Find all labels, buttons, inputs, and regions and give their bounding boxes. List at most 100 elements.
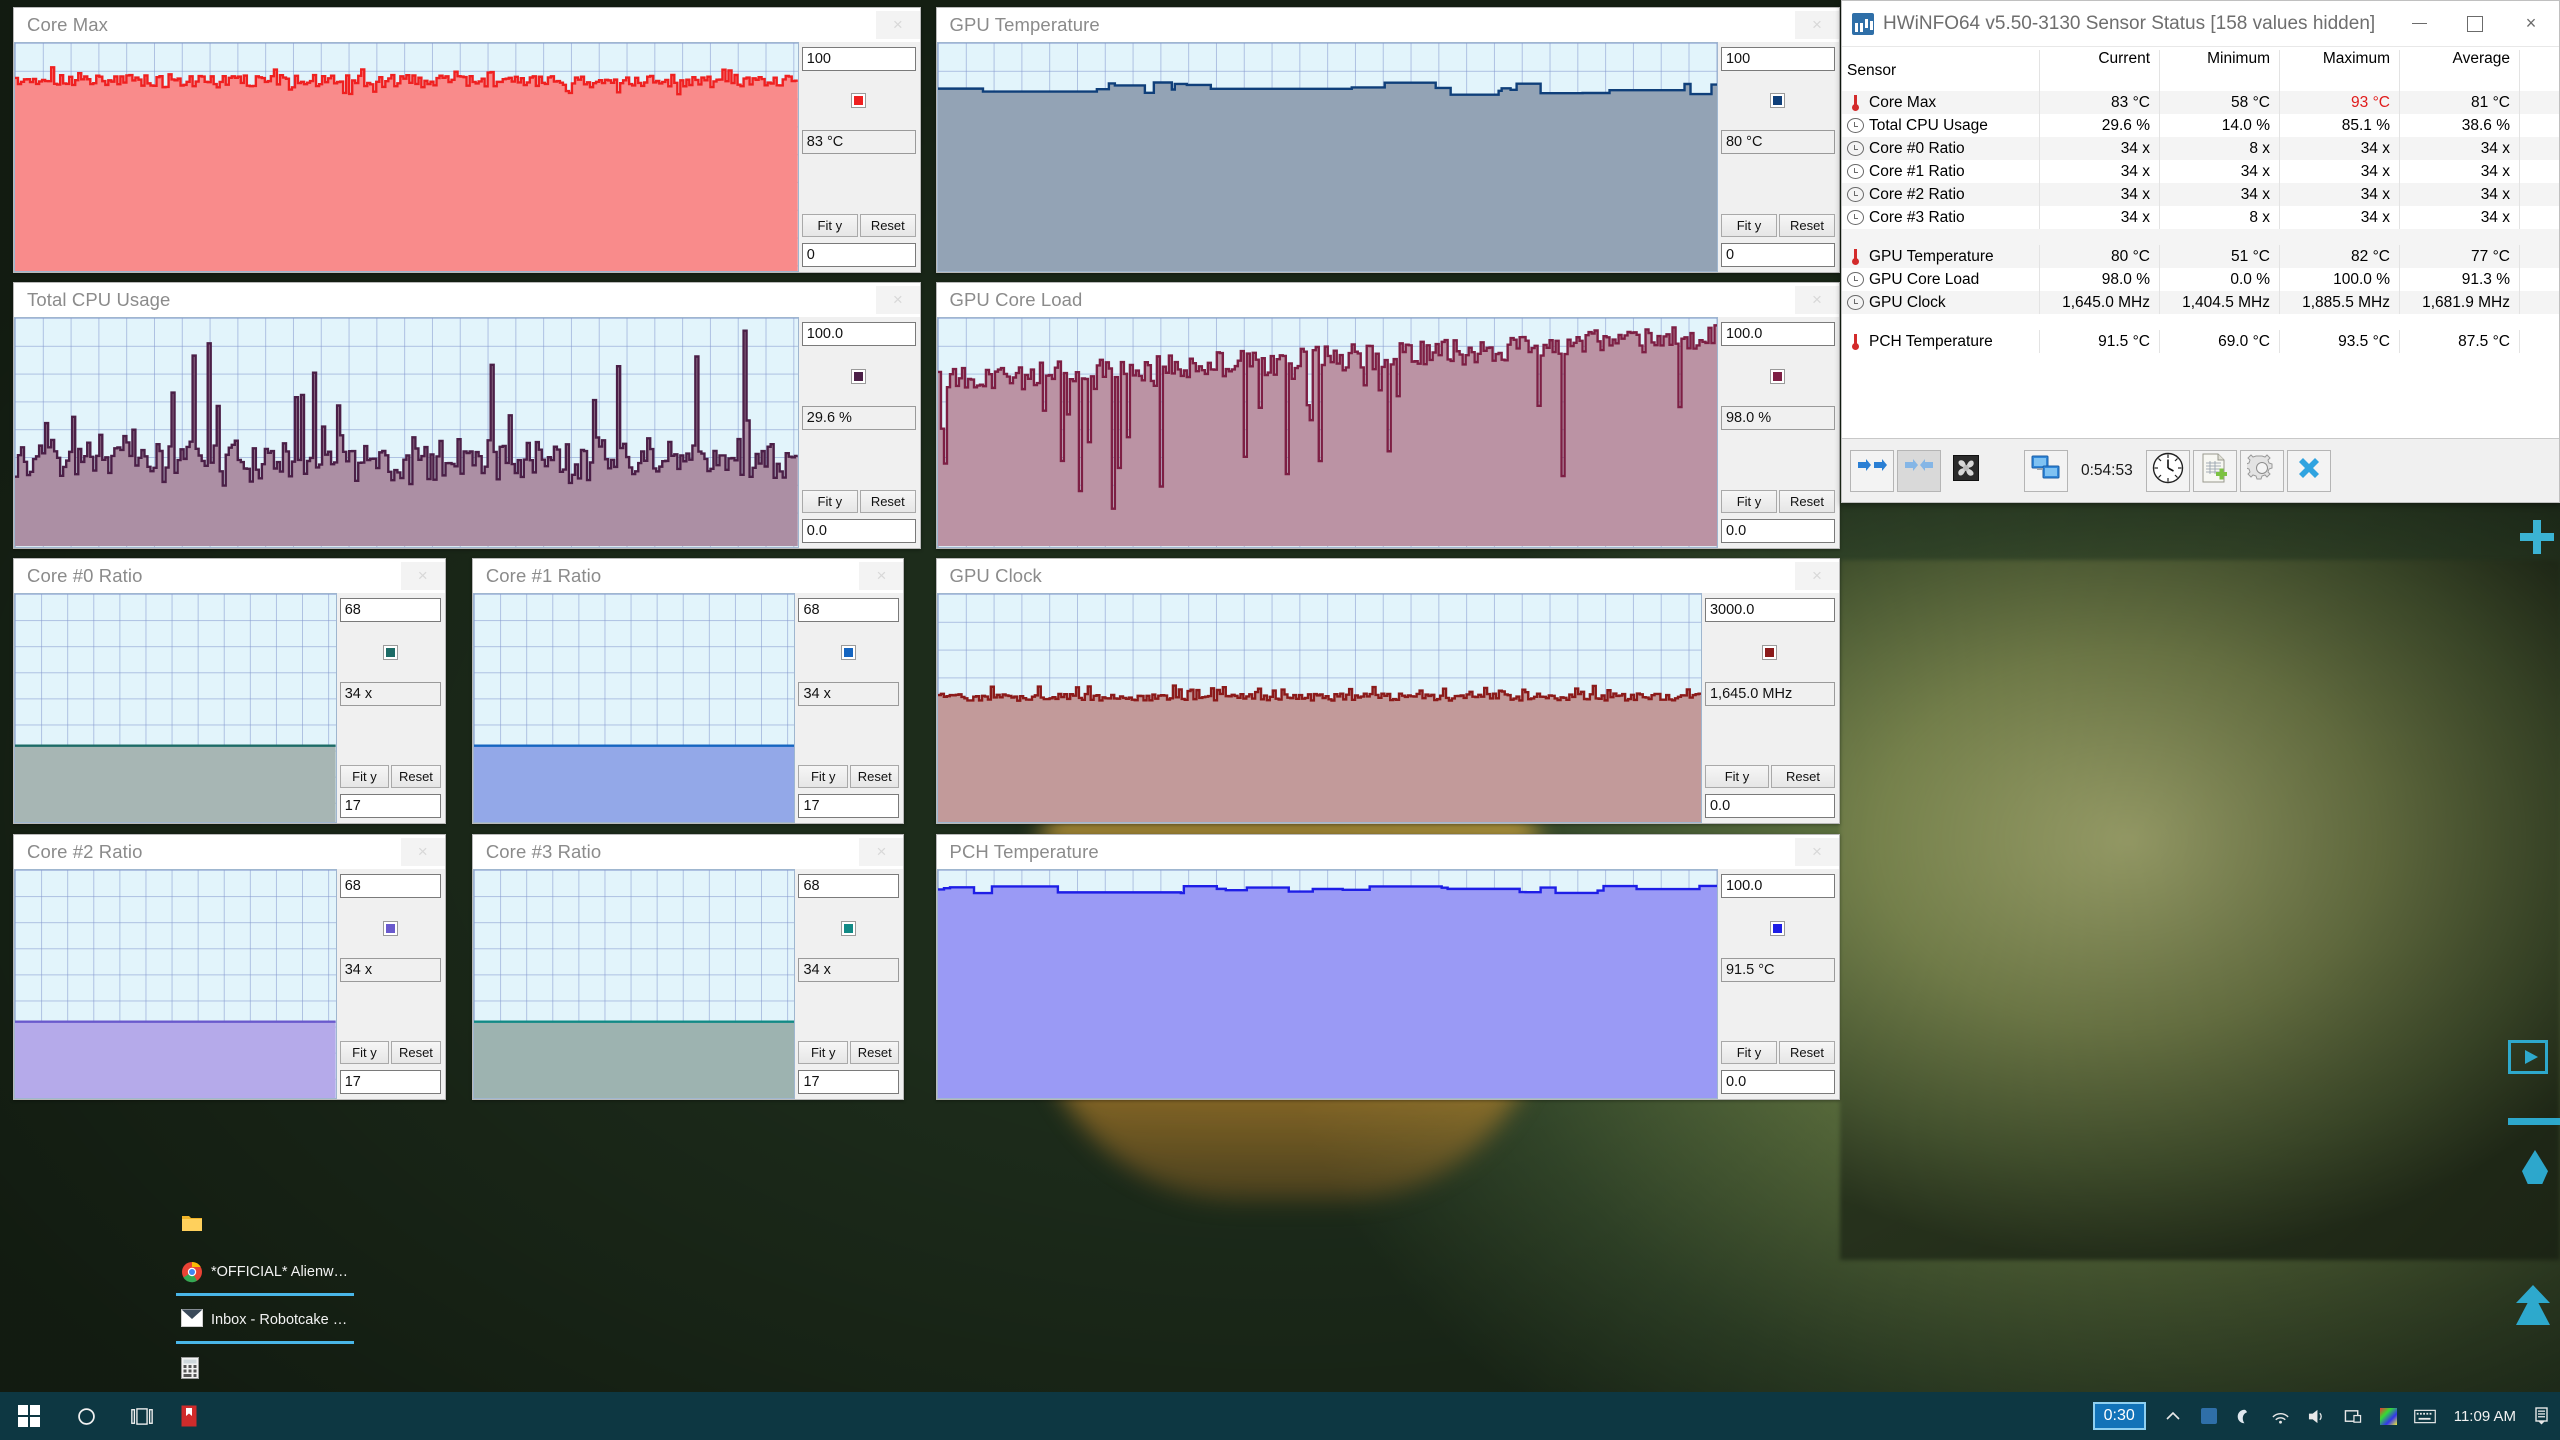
graph-plot-area[interactable] bbox=[472, 593, 796, 824]
graph-plot-area[interactable] bbox=[936, 317, 1718, 548]
graph-titlebar[interactable]: Core Max × bbox=[14, 7, 920, 42]
graph-color-swatch[interactable] bbox=[1770, 920, 1786, 936]
fit-y-button[interactable]: Fit y bbox=[339, 1041, 390, 1065]
graph-window-core-0-ratio[interactable]: Core #0 Ratio × 68 34 x Fit y Reset 17 bbox=[13, 558, 446, 825]
network-icon[interactable] bbox=[2264, 1392, 2298, 1440]
reset-button[interactable]: Reset bbox=[859, 213, 916, 237]
taskbar-item-mail[interactable]: Inbox - Robotcake - ... bbox=[170, 1296, 360, 1344]
fit-y-button[interactable]: Fit y bbox=[798, 1041, 848, 1065]
graph-window-gpu-clock[interactable]: GPU Clock × 3000.0 1,645.0 MHz Fit y Reset 0.… bbox=[935, 558, 1840, 825]
graph-close-button[interactable]: × bbox=[1794, 838, 1839, 867]
fit-y-button[interactable]: Fit y bbox=[801, 489, 858, 513]
graph-window-core-max[interactable]: Core Max × 100 83 °C Fit y Reset 0 bbox=[13, 6, 921, 273]
graph-y-max-input[interactable]: 100.0 bbox=[801, 322, 916, 347]
graph-plot-area[interactable] bbox=[936, 593, 1702, 824]
graph-close-button[interactable]: × bbox=[400, 838, 445, 867]
graph-window-gpu-core-load[interactable]: GPU Core Load × 100.0 98.0 % Fit y Reset 0.0 bbox=[935, 282, 1840, 549]
graph-close-button[interactable]: × bbox=[1794, 10, 1839, 39]
table-row[interactable]: Core #2 Ratio 34 x 34 x 34 x 34 x bbox=[1842, 183, 2559, 206]
show-hidden-icons-chevron[interactable] bbox=[2156, 1392, 2190, 1440]
table-row[interactable]: Core #1 Ratio 34 x 34 x 34 x 34 x bbox=[1842, 160, 2559, 183]
graph-titlebar[interactable]: PCH Temperature × bbox=[936, 835, 1839, 870]
reset-button[interactable]: Reset bbox=[1778, 489, 1835, 513]
graph-color-swatch[interactable] bbox=[851, 368, 867, 384]
close-x-button[interactable] bbox=[2286, 449, 2331, 492]
remote-monitors-button[interactable] bbox=[2024, 449, 2068, 492]
report-button[interactable] bbox=[2192, 449, 2237, 492]
reset-button[interactable]: Reset bbox=[849, 765, 900, 789]
graph-color-swatch[interactable] bbox=[841, 920, 857, 936]
reset-button[interactable]: Reset bbox=[391, 1041, 441, 1065]
table-row[interactable]: Total CPU Usage 29.6 % 14.0 % 85.1 % 38.6 % bbox=[1842, 114, 2559, 137]
graph-y-min-input[interactable]: 0 bbox=[801, 242, 916, 267]
graph-y-min-input[interactable]: 0.0 bbox=[1720, 518, 1835, 543]
graph-window-core-2-ratio[interactable]: Core #2 Ratio × 68 34 x Fit y Reset 17 bbox=[13, 834, 446, 1101]
collapse-arrows-button[interactable] bbox=[1897, 449, 1941, 492]
task-view-icon[interactable] bbox=[114, 1392, 170, 1440]
taskbar-item-pdf[interactable] bbox=[170, 1392, 226, 1440]
taskbar-item-file-explorer[interactable] bbox=[170, 1200, 226, 1248]
notification-icon[interactable] bbox=[2528, 1392, 2554, 1440]
graph-plot-area[interactable] bbox=[14, 41, 799, 272]
graph-plot-area[interactable] bbox=[936, 41, 1718, 272]
fit-y-button[interactable]: Fit y bbox=[1704, 765, 1769, 789]
table-row[interactable]: GPU Temperature 80 °C 51 °C 82 °C 77 °C bbox=[1842, 245, 2559, 268]
graph-y-max-input[interactable]: 3000.0 bbox=[1704, 598, 1835, 623]
fit-y-button[interactable]: Fit y bbox=[801, 213, 858, 237]
graph-y-min-input[interactable]: 17 bbox=[798, 1070, 900, 1095]
taskbar-clock[interactable]: 11:09 AM bbox=[2444, 1408, 2526, 1425]
graph-color-swatch[interactable] bbox=[382, 644, 398, 660]
graph-y-min-input[interactable]: 17 bbox=[798, 794, 900, 819]
reset-button[interactable]: Reset bbox=[849, 1041, 900, 1065]
graph-y-min-input[interactable]: 17 bbox=[339, 1070, 441, 1095]
graph-close-button[interactable]: × bbox=[1794, 286, 1839, 315]
graph-color-swatch[interactable] bbox=[1770, 368, 1786, 384]
close-button[interactable]: × bbox=[2503, 2, 2559, 46]
graph-y-min-input[interactable]: 0 bbox=[1720, 242, 1835, 267]
graph-y-min-input[interactable]: 0.0 bbox=[801, 518, 916, 543]
maximize-button[interactable] bbox=[2447, 2, 2503, 46]
sensor-window-titlebar[interactable]: HWiNFO64 v5.50-3130 Sensor Status [158 v… bbox=[1842, 1, 2559, 47]
reset-button[interactable]: Reset bbox=[391, 765, 441, 789]
reset-button[interactable]: Reset bbox=[859, 489, 916, 513]
reset-button[interactable]: Reset bbox=[1778, 1041, 1835, 1065]
volume-icon[interactable] bbox=[2300, 1392, 2334, 1440]
graph-plot-area[interactable] bbox=[14, 317, 799, 548]
fan-button[interactable] bbox=[1944, 450, 1988, 492]
fit-y-button[interactable]: Fit y bbox=[1720, 1041, 1777, 1065]
graph-titlebar[interactable]: Core #0 Ratio × bbox=[14, 559, 445, 594]
graph-plot-area[interactable] bbox=[14, 593, 337, 824]
graph-close-button[interactable]: × bbox=[875, 10, 920, 39]
fit-y-button[interactable]: Fit y bbox=[1720, 489, 1777, 513]
settings-gear-button[interactable] bbox=[2239, 449, 2284, 492]
graph-close-button[interactable]: × bbox=[1794, 562, 1839, 591]
graph-y-max-input[interactable]: 68 bbox=[798, 598, 900, 623]
graph-close-button[interactable]: × bbox=[875, 286, 920, 315]
graph-color-swatch[interactable] bbox=[841, 644, 857, 660]
windows-start-icon[interactable] bbox=[0, 1392, 58, 1440]
graph-color-swatch[interactable] bbox=[1770, 92, 1786, 108]
graph-y-max-input[interactable]: 100 bbox=[1720, 46, 1835, 71]
table-row[interactable]: Core #3 Ratio 34 x8 x 34 x 34 x bbox=[1842, 206, 2559, 229]
graph-titlebar[interactable]: GPU Clock × bbox=[936, 559, 1839, 594]
graph-window-gpu-temperature[interactable]: GPU Temperature × 100 80 °C Fit y Reset 0 bbox=[935, 6, 1840, 273]
table-row[interactable]: PCH Temperature 91.5 °C 69.0 °C 93.5 °C 87.5… bbox=[1842, 330, 2559, 353]
graph-y-min-input[interactable]: 0.0 bbox=[1720, 1070, 1835, 1095]
graph-close-button[interactable]: × bbox=[859, 838, 904, 867]
sensor-status-window[interactable]: HWiNFO64 v5.50-3130 Sensor Status [158 v… bbox=[1841, 0, 2560, 503]
taskbar-item-calculator[interactable] bbox=[170, 1344, 226, 1392]
table-row[interactable]: Core Max 83 °C 58 °C 93 °C 81 °C bbox=[1842, 91, 2559, 114]
graph-titlebar[interactable]: Core #2 Ratio × bbox=[14, 835, 445, 870]
graph-close-button[interactable]: × bbox=[400, 562, 445, 591]
graph-y-max-input[interactable]: 68 bbox=[339, 874, 441, 899]
graph-plot-area[interactable] bbox=[936, 869, 1718, 1100]
minimize-button[interactable] bbox=[2391, 2, 2447, 46]
graph-y-max-input[interactable]: 100.0 bbox=[1720, 874, 1835, 899]
graph-window-core-1-ratio[interactable]: Core #1 Ratio × 68 34 x Fit y Reset 17 bbox=[471, 558, 905, 825]
nvidia-tray-icon[interactable] bbox=[2228, 1392, 2262, 1440]
graph-y-min-input[interactable]: 17 bbox=[339, 794, 441, 819]
table-row[interactable]: Core #0 Ratio 34 x8 x 34 x 34 x bbox=[1842, 137, 2559, 160]
graph-color-swatch[interactable] bbox=[851, 92, 867, 108]
expand-arrows-button[interactable] bbox=[1850, 449, 1894, 492]
reset-button[interactable]: Reset bbox=[1770, 765, 1835, 789]
